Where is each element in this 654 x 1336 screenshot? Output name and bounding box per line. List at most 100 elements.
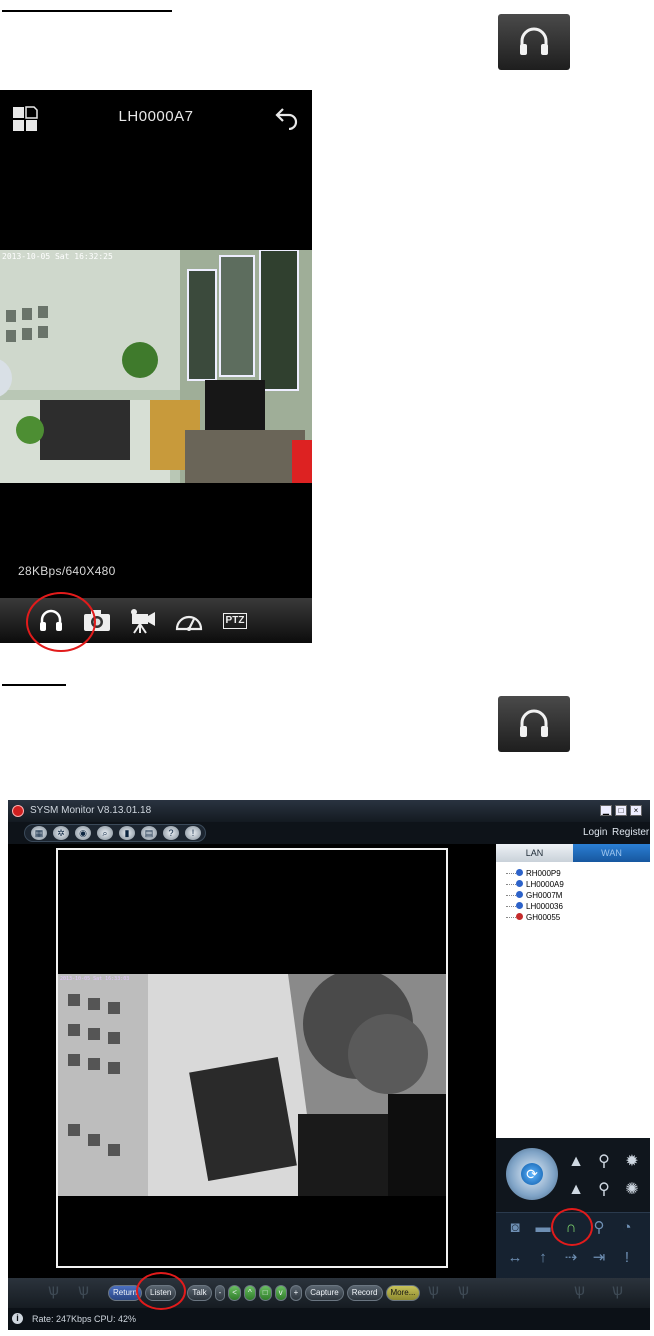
tilt-down-button[interactable]: v <box>274 1285 287 1301</box>
power-icon[interactable]: ◔ <box>616 1217 638 1239</box>
io-output-icon[interactable]: ⇥ <box>588 1247 610 1269</box>
flip-horizontal-icon[interactable]: ↔ <box>504 1247 526 1269</box>
video-camera-icon <box>131 608 155 634</box>
save-icon[interactable]: ▤ <box>141 826 157 840</box>
window-title: SYSM Monitor V8.13.01.18 <box>30 805 152 816</box>
ptz-button[interactable]: PTZ <box>216 604 254 638</box>
list-item[interactable]: GH00055 <box>496 912 650 923</box>
status-bar: i Rate: 247Kbps CPU: 42% <box>8 1308 650 1330</box>
live-video-view[interactable]: 2013-10-05 Sat 16:32:25 <box>0 250 312 483</box>
app-logo-icon <box>12 805 24 817</box>
desktop-client-window: SYSM Monitor V8.13.01.18 ▁ □ × ▦ ✲ ◉ ⌕ ▮… <box>8 800 650 1330</box>
grayscale-room-image <box>58 974 446 1196</box>
gauge-icon <box>175 615 203 631</box>
ptz-icon: PTZ <box>222 612 248 629</box>
back-arrow-icon[interactable] <box>274 106 300 130</box>
stream-rate-label: 28KBps/640X480 <box>18 564 116 578</box>
zoom-plus-button[interactable]: + <box>289 1285 303 1301</box>
iris-close-icon[interactable]: ✺ <box>622 1180 642 1200</box>
main-toolbar: ▦ ✲ ◉ ⌕ ▮ ▤ ? ! Login Register <box>8 822 650 844</box>
login-link[interactable]: Login <box>583 827 607 838</box>
ptz-direction-pad[interactable]: ⟳ <box>506 1148 558 1200</box>
info-icon: i <box>12 1313 23 1324</box>
record-button-desktop[interactable]: Record <box>346 1285 383 1301</box>
camera-online-icon <box>516 869 523 876</box>
register-link[interactable]: Register <box>612 827 649 838</box>
list-item[interactable]: LH0000A9 <box>496 879 650 890</box>
list-item[interactable]: GH0007M <box>496 890 650 901</box>
network-tabs: LAN WAN <box>496 844 650 862</box>
more-button[interactable]: More... <box>385 1285 421 1301</box>
device-name: RH000P9 <box>526 869 561 878</box>
camera-online-icon <box>516 880 523 887</box>
ptz-auto-cruise-icon[interactable]: ⟳ <box>521 1163 543 1185</box>
tree-line <box>506 873 516 874</box>
device-name: GH0007M <box>526 891 563 900</box>
list-item[interactable]: LH000036 <box>496 901 650 912</box>
grass-decoration-icon: ѱ <box>78 1282 90 1299</box>
grass-decoration-icon: ѱ <box>428 1282 440 1299</box>
pan-left-button[interactable]: < <box>228 1285 241 1301</box>
zoom-minus-button[interactable]: - <box>214 1285 226 1301</box>
camera-offline-icon <box>516 913 523 920</box>
video-display-area: 2013-10-05 Sat 16:33:03 <box>8 844 496 1278</box>
ptz-stop-button[interactable]: □ <box>258 1285 272 1301</box>
headphone-icon-badge-mobile <box>498 14 570 70</box>
headphone-icon-badge-desktop <box>498 696 570 752</box>
tilt-up-button[interactable]: ^ <box>243 1285 256 1301</box>
device-name: GH00055 <box>526 913 561 922</box>
mobile-app-screen: LH0000A7 2013-10-05 Sat 16:32:25 28KBps/… <box>0 90 312 643</box>
focus-down-icon[interactable]: ▲ <box>566 1180 586 1200</box>
device-list: RH000P9 LH0000A9 GH0007M LH000036 GH0005… <box>496 862 650 1138</box>
camera-title: LH0000A7 <box>118 108 194 125</box>
tree-line <box>506 906 516 907</box>
bitrate-button[interactable] <box>170 604 208 638</box>
cruise-icon[interactable]: ⇢ <box>560 1247 582 1269</box>
snapshot-tool-icon[interactable]: ◙ <box>504 1217 526 1239</box>
maximize-button[interactable]: □ <box>615 805 627 816</box>
section-heading-desktop <box>2 684 66 686</box>
grass-decoration-icon: ѱ <box>458 1282 470 1299</box>
status-text: Rate: 247Kbps CPU: 42% <box>32 1314 137 1324</box>
highlight-circle-desktop-headphone <box>551 1208 593 1246</box>
grass-decoration-icon: ѱ <box>574 1282 586 1299</box>
section-heading-mobile <box>2 10 172 12</box>
office-scene-image <box>0 250 312 483</box>
list-item[interactable]: RH000P9 <box>496 868 650 879</box>
device-name: LH0000A9 <box>526 880 564 889</box>
zoom-out-icon[interactable]: ⚲ <box>594 1180 614 1200</box>
alarm-icon[interactable]: ! <box>616 1247 638 1269</box>
settings-icon[interactable]: ✲ <box>53 826 69 840</box>
window-title-bar[interactable]: SYSM Monitor V8.13.01.18 ▁ □ × <box>8 800 650 822</box>
highlight-circle-desktop-listen <box>136 1272 186 1310</box>
close-button[interactable]: × <box>630 805 642 816</box>
highlight-circle-mobile-listen <box>26 592 96 652</box>
camera-online-icon <box>516 891 523 898</box>
video-timestamp-desktop: 2013-10-05 Sat 16:33:03 <box>60 976 130 982</box>
layout-grid-icon[interactable]: ▦ <box>31 826 47 840</box>
alert-icon[interactable]: ! <box>185 826 201 840</box>
record-button[interactable] <box>124 604 162 638</box>
video-timestamp: 2013-10-05 Sat 16:32:25 <box>2 252 113 261</box>
capture-button[interactable]: Capture <box>305 1285 344 1301</box>
video-window[interactable]: 2013-10-05 Sat 16:33:03 <box>56 848 448 1268</box>
tab-wan[interactable]: WAN <box>573 844 650 862</box>
headphone-icon <box>520 27 548 55</box>
focus-up-icon[interactable]: ▲ <box>566 1152 586 1172</box>
talk-button[interactable]: Talk <box>187 1285 212 1301</box>
search-icon[interactable]: ⌕ <box>97 826 113 840</box>
night-camera-feed: 2013-10-05 Sat 16:33:03 <box>58 974 446 1196</box>
flip-vertical-icon[interactable]: ↑ <box>532 1247 554 1269</box>
help-icon[interactable]: ? <box>163 826 179 840</box>
device-name: LH000036 <box>526 902 563 911</box>
tree-line <box>506 917 516 918</box>
tab-lan[interactable]: LAN <box>496 844 573 862</box>
toolbar-button-group: ▦ ✲ ◉ ⌕ ▮ ▤ ? ! <box>24 824 206 842</box>
minimize-button[interactable]: ▁ <box>600 805 612 816</box>
lock-icon[interactable]: ▮ <box>119 826 135 840</box>
iris-open-icon[interactable]: ✹ <box>622 1152 642 1172</box>
zoom-in-icon[interactable]: ⚲ <box>594 1152 614 1172</box>
bottom-control-bar: ѱ ѱ Return Listen Talk - < ^ □ v + Captu… <box>8 1278 650 1308</box>
snapshot-icon[interactable]: ◉ <box>75 826 91 840</box>
camera-online-icon <box>516 902 523 909</box>
